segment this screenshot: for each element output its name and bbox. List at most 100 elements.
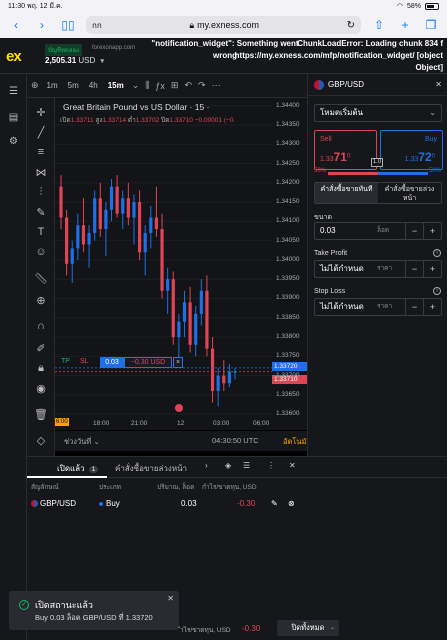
zoom-in-icon[interactable]: ⊕ [27,294,55,307]
footer-pnl-label: ำไร/ขาดทุน, USD [180,627,231,634]
collapse-icon[interactable]: ◇ [27,434,55,447]
forward-icon[interactable]: › [34,18,50,32]
share-icon[interactable]: ⇧ [371,18,387,32]
candle-body [194,313,198,345]
brush-icon[interactable]: ✎ [27,206,55,219]
pattern-icon[interactable]: ⋈ [27,166,55,179]
tp-button[interactable]: TP [61,358,70,365]
more-icon[interactable]: ⋯ [212,80,221,91]
ohlc-low-label: ต่ำ [127,117,136,124]
sl-decrease-button[interactable]: − [405,299,423,315]
timeframe-4h[interactable]: 4h [87,81,100,90]
settings-icon[interactable]: ⚙ [0,136,27,147]
chevron-down-icon: ▾ [100,58,105,65]
tab-pending-orders[interactable]: คำสั่งซื้อขายล่วงหน้า [115,462,187,475]
sentiment-bar [328,172,428,175]
table-row[interactable]: GBP/USD Buy 0.03 -0.30 ✎ ⊗ [27,497,447,515]
price-chart[interactable]: Great Britain Pound vs US Dollar · 15 · … [55,98,306,430]
parallel-lines-icon[interactable]: ≡ [27,146,55,158]
price-axis[interactable]: 1.33720 1.33710 1.34400 1.34350 1.34300 1.3… [272,98,307,430]
draw-lock-icon[interactable]: ✐ [27,342,55,355]
date-range-selector[interactable]: ช่วงวันที่ ⌄ [64,436,100,448]
new-tab-icon[interactable]: + [397,18,413,32]
chevron-down-icon[interactable]: ⌄ [330,620,335,636]
take-profit-field[interactable]: ไม่ได้กำหนด ราคา − + [314,260,442,278]
ruler-icon[interactable]: 📏︎ [27,272,55,285]
reload-icon[interactable]: ↻ [347,20,355,31]
crosshair-icon[interactable]: ✛ [27,106,55,119]
tab-market-order[interactable]: คำสั่งซื้อขายทันที [315,183,378,203]
balance-currency: USD [78,56,96,65]
close-position-icon[interactable]: × [173,357,183,368]
layout-icon[interactable]: ⊞ [171,80,179,91]
sl-button[interactable]: SL [80,358,89,365]
candle-body [216,375,220,392]
trendline-icon[interactable]: ╱ [27,126,55,139]
volume-field[interactable]: 0.03 ล็อต − + [314,222,442,240]
volume-value: 0.03 [320,226,336,235]
eye-toggle-icon[interactable]: ◈ [225,461,231,470]
close-position-icon[interactable]: ⊗ [288,499,295,508]
candle-body [104,209,108,230]
order-mode-select[interactable]: โหมดเริ่มต้น ⌄ [314,104,442,122]
tab-pending-order[interactable]: คำสั่งซื้อขายล่วงหน้า [378,183,441,203]
close-icon[interactable]: ✕ [167,594,174,603]
lock-drawings-icon[interactable]: 🔒︎ [27,362,55,375]
exness-logo[interactable]: ex [6,48,22,65]
book-icon[interactable]: ▯▯ [60,18,76,32]
y-tick-label: 1.34300 [276,140,300,148]
candle-body [177,321,181,338]
close-panel-icon[interactable]: ✕ [289,461,296,470]
reader-options[interactable]: กก [92,19,102,32]
candle-body [65,217,69,264]
trash-icon[interactable]: 🗑︎ [27,408,55,421]
tp-decrease-button[interactable]: − [405,261,423,277]
candle-body [182,302,187,322]
back-icon[interactable]: ‹ [8,18,24,32]
indicators-icon[interactable]: ƒx [155,81,165,91]
sl-value: ไม่ได้กำหนด [320,302,364,311]
tab-open-positions[interactable]: เปิดแล้ว 1 [57,462,99,475]
positions-tabs: เปิดแล้ว 1 คำสั่งซื้อขายล่วงหน้า › ◈ ☰ ⋮… [27,457,447,478]
text-icon[interactable]: T [27,226,55,238]
address-bar[interactable]: กก 🔒︎ my.exness.com ↻ [86,16,361,34]
sl-increase-button[interactable]: + [423,299,441,315]
calendar-icon[interactable]: ▤ [0,112,27,123]
position-volume[interactable]: 0.03 [100,357,124,368]
chevron-right-icon[interactable]: › [205,461,208,470]
add-indicator-icon[interactable]: ⊕ [31,80,39,91]
info-icon[interactable]: i [433,249,441,257]
battery-percent: 58% [406,2,421,10]
timeframe-15m[interactable]: 15m [106,81,126,90]
account-balance[interactable]: 2,505.31 USD ▾ [45,56,104,65]
volume-increase-button[interactable]: + [423,223,441,239]
buy-button[interactable]: Buy 1.33720 [380,130,443,170]
candle-type-icon[interactable]: ⫼ [145,80,149,91]
more-options-icon[interactable]: ⋮ [267,461,275,470]
sell-button[interactable]: Sell 1.33710 [314,130,377,170]
y-tick-label: 1.34000 [276,255,300,263]
emoji-icon[interactable]: ☺ [27,246,55,258]
info-icon[interactable]: i [433,287,441,295]
stop-loss-field[interactable]: ไม่ได้กำหนด ราคา − + [314,298,442,316]
chevron-down-icon[interactable]: ⌄ [132,80,140,91]
timeframe-5m[interactable]: 5m [66,81,81,90]
candle-body [87,232,91,245]
fib-icon[interactable]: ⫶ [27,186,55,199]
tp-increase-button[interactable]: + [423,261,441,277]
menu-icon[interactable]: ☰ [0,86,27,97]
time-axis[interactable]: 6:00 18:00 21:00 12 03:00 06:00 [55,418,307,430]
undo-icon[interactable]: ↶ [184,80,192,91]
timeframe-1m[interactable]: 1m [45,81,60,90]
sl-mode[interactable]: ราคา [377,299,392,315]
edit-icon[interactable]: ✎ [271,499,278,508]
volume-decrease-button[interactable]: − [405,223,423,239]
eye-icon[interactable]: ◉ [27,382,55,395]
tabs-icon[interactable]: ❐ [423,18,439,32]
tp-mode[interactable]: ราคา [377,261,392,277]
magnet-icon[interactable]: ∩ [27,320,55,332]
close-icon[interactable]: ✕ [435,80,442,89]
redo-icon[interactable]: ↷ [198,80,206,91]
layers-icon[interactable]: ☰ [243,461,250,470]
col-symbol: สัญลักษณ์ [31,484,59,491]
